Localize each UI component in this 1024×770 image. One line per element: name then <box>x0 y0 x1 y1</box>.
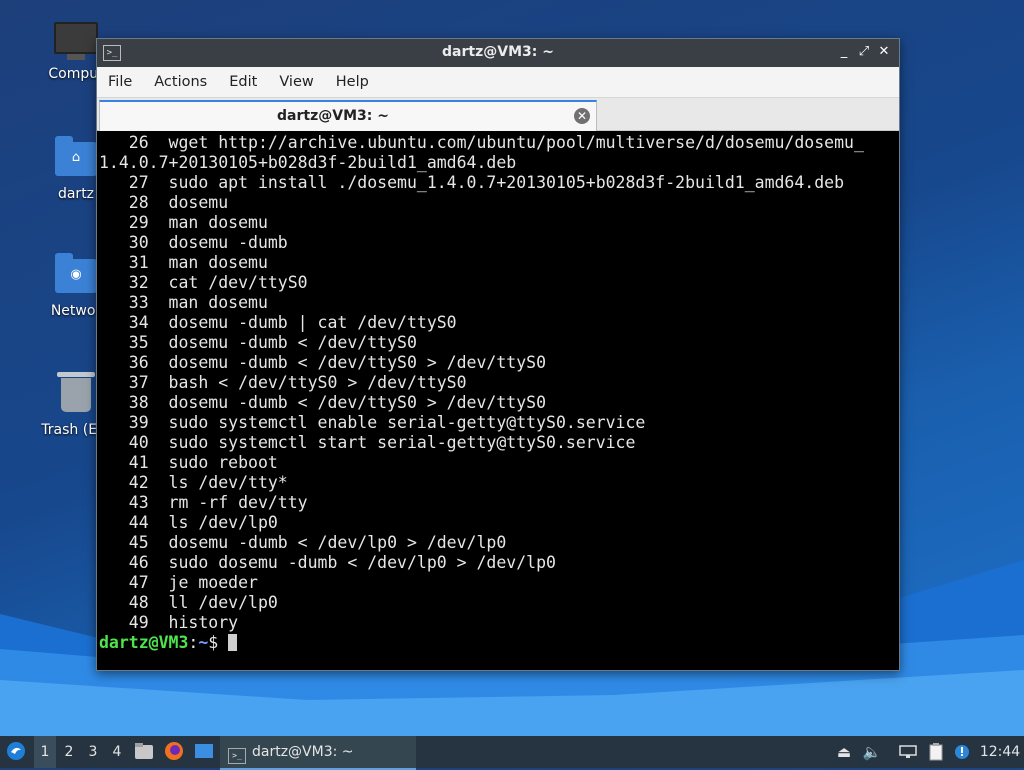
prompt-separator: : <box>188 633 199 652</box>
terminal-line: 44 ls /dev/lp0 <box>99 513 278 532</box>
terminal-line: 49 history <box>99 613 239 632</box>
terminal-line: 37 bash < /dev/ttyS0 > /dev/ttyS0 <box>99 373 467 392</box>
terminal-line: 47 je moeder <box>99 573 258 592</box>
network-folder-icon: ◉ <box>54 253 98 299</box>
terminal-line: 42 ls /dev/tty* <box>99 473 288 492</box>
tab-close-icon[interactable]: ✕ <box>574 108 590 124</box>
terminal-history: 26 wget http://archive.ubuntu.com/ubuntu… <box>97 131 899 653</box>
tab-terminal[interactable]: dartz@VM3: ~ ✕ <box>99 100 597 132</box>
maximize-button[interactable]: ⤢ <box>855 43 873 61</box>
terminal-line: 34 dosemu -dumb | cat /dev/ttyS0 <box>99 313 457 332</box>
update-notifier-icon[interactable] <box>952 736 972 768</box>
window-titlebar[interactable]: >_ dartz@VM3: ~ _ ⤢ ✕ <box>97 39 899 67</box>
eject-icon[interactable]: ⏏ <box>834 736 854 768</box>
prompt-symbol: $ <box>208 633 229 652</box>
terminal-line: 35 dosemu -dumb < /dev/ttyS0 <box>99 333 417 352</box>
menu-actions[interactable]: Actions <box>143 74 218 90</box>
taskbar: 1 2 3 4 >_ dartz@VM3: ~ ⏏ 🔈 12:44 <box>0 736 1024 770</box>
clipboard-icon[interactable] <box>926 736 946 768</box>
show-desktop-icon[interactable] <box>192 736 216 768</box>
terminal-line: 38 dosemu -dumb < /dev/ttyS0 > /dev/ttyS… <box>99 393 547 412</box>
network-icon[interactable] <box>898 736 918 768</box>
terminal-window[interactable]: >_ dartz@VM3: ~ _ ⤢ ✕ File Actions Edit … <box>96 38 900 671</box>
prompt-user: dartz@VM3 <box>99 633 189 652</box>
minimize-button[interactable]: _ <box>835 43 853 61</box>
trash-icon <box>54 372 98 418</box>
terminal-line: 33 man dosemu <box>99 293 268 312</box>
tab-bar: dartz@VM3: ~ ✕ <box>97 98 899 132</box>
taskbar-app-label: dartz@VM3: ~ <box>252 744 354 760</box>
workspace-2[interactable]: 2 <box>58 736 80 768</box>
terminal-line: 28 dosemu <box>99 193 229 212</box>
terminal-line: 45 dosemu -dumb < /dev/lp0 > /dev/lp0 <box>99 533 507 552</box>
menu-file[interactable]: File <box>97 74 143 90</box>
terminal-line: 31 man dosemu <box>99 253 268 272</box>
terminal-line: 26 wget http://archive.ubuntu.com/ubuntu… <box>99 133 864 152</box>
terminal-line: 29 man dosemu <box>99 213 268 232</box>
menu-edit[interactable]: Edit <box>218 74 268 90</box>
terminal-line: 48 ll /dev/lp0 <box>99 593 278 612</box>
close-button[interactable]: ✕ <box>875 43 893 61</box>
computer-icon <box>54 22 98 62</box>
terminal-line: 43 rm -rf dev/tty <box>99 493 308 512</box>
prompt-path: ~ <box>198 633 209 652</box>
clock[interactable]: 12:44 <box>978 736 1022 768</box>
volume-icon[interactable]: 🔈 <box>862 736 882 768</box>
firefox-icon[interactable] <box>162 736 186 768</box>
text-cursor <box>228 634 238 651</box>
terminal-line: 27 sudo apt install ./dosemu_1.4.0.7+201… <box>99 173 845 192</box>
terminal-line: 39 sudo systemctl enable serial-getty@tt… <box>99 413 646 432</box>
terminal-line: 36 dosemu -dumb < /dev/ttyS0 > /dev/ttyS… <box>99 353 547 372</box>
prompt-line[interactable]: dartz@VM3:~$ <box>99 633 899 653</box>
home-folder-icon: ⌂ <box>54 136 98 182</box>
terminal-line: 30 dosemu -dumb <box>99 233 288 252</box>
terminal-line: 1.4.0.7+20130105+b028d3f-2build1_amd64.d… <box>99 153 517 172</box>
menu-icon[interactable] <box>4 736 28 768</box>
file-manager-icon[interactable] <box>132 736 156 768</box>
menu-view[interactable]: View <box>268 74 324 90</box>
workspace-3[interactable]: 3 <box>82 736 104 768</box>
terminal-line: 41 sudo reboot <box>99 453 278 472</box>
window-title: dartz@VM3: ~ <box>442 44 554 60</box>
menu-bar: File Actions Edit View Help <box>97 67 899 98</box>
taskbar-app-terminal[interactable]: >_ dartz@VM3: ~ <box>220 736 416 770</box>
terminal-line: 32 cat /dev/ttyS0 <box>99 273 308 292</box>
terminal-icon: >_ <box>228 748 246 764</box>
tab-label: dartz@VM3: ~ <box>277 108 389 124</box>
terminal-line: 40 sudo systemctl start serial-getty@tty… <box>99 433 636 452</box>
terminal-output[interactable]: 26 wget http://archive.ubuntu.com/ubuntu… <box>97 131 899 670</box>
terminal-line: 46 sudo dosemu -dumb < /dev/lp0 > /dev/l… <box>99 553 556 572</box>
workspace-4[interactable]: 4 <box>106 736 128 768</box>
workspace-1[interactable]: 1 <box>34 736 56 768</box>
menu-help[interactable]: Help <box>325 74 380 90</box>
